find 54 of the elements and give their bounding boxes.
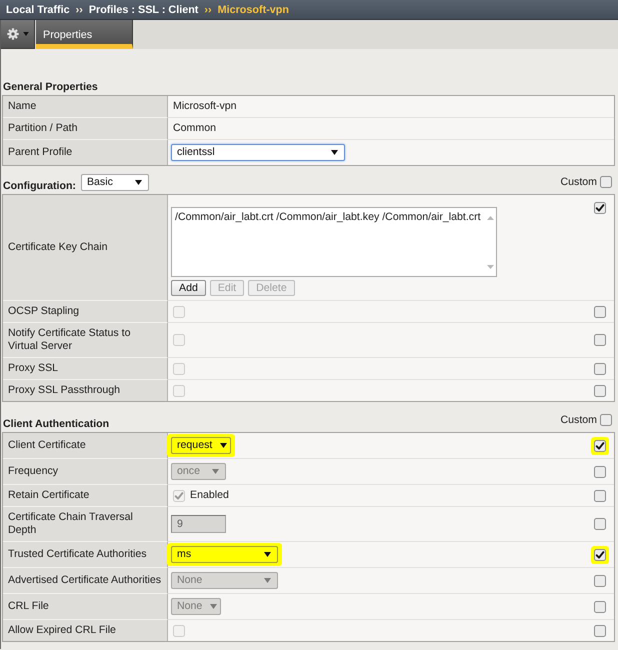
section-heading: Client Authentication bbox=[3, 418, 110, 431]
field-label: Trusted Certificate Authorities bbox=[8, 548, 147, 561]
caret-icon bbox=[220, 443, 228, 448]
field-label: Proxy SSL bbox=[8, 362, 58, 375]
section-heading: Configuration: bbox=[3, 180, 76, 193]
custom-label: Custom bbox=[560, 176, 597, 188]
custom-checkbox[interactable] bbox=[594, 202, 606, 214]
caret-icon bbox=[264, 578, 271, 583]
caret-icon bbox=[331, 150, 338, 155]
section-heading: General Properties bbox=[3, 81, 98, 93]
field-value: Microsoft-vpn bbox=[172, 100, 237, 113]
dropdown[interactable]: clientssl bbox=[171, 144, 345, 161]
caret-icon bbox=[22, 32, 28, 36]
dropdown[interactable]: request bbox=[171, 437, 231, 454]
field-label: Proxy SSL Passthrough bbox=[8, 384, 120, 397]
settings-icon bbox=[6, 28, 18, 40]
breadcrumb-link[interactable]: Profiles : SSL : Client bbox=[88, 4, 198, 16]
field-label: Certificate Chain Traversal Depth bbox=[8, 511, 134, 537]
field-label: Advertised Certificate Authorities bbox=[8, 574, 162, 587]
custom-label: Custom bbox=[560, 414, 597, 426]
listbox[interactable]: /Common/air_labt.crt /Common/air_labt.key /Common/air_labt.crt bbox=[171, 207, 497, 277]
list-action-button[interactable]: Add bbox=[171, 280, 206, 296]
custom-checkbox[interactable] bbox=[594, 548, 606, 560]
field-label: Name bbox=[8, 100, 36, 113]
field-label: OCSP Stapling bbox=[8, 305, 80, 318]
field-label: Frequency bbox=[8, 465, 58, 478]
field-value: Common bbox=[172, 122, 216, 135]
field-label: Allow Expired CRL File bbox=[8, 624, 116, 637]
scroll-up-icon[interactable] bbox=[486, 216, 494, 220]
breadcrumb-separator: ›› bbox=[204, 4, 212, 16]
breadcrumb-link[interactable]: Local Traffic bbox=[6, 4, 70, 16]
breadcrumb-current: Microsoft-vpn bbox=[218, 4, 289, 16]
dropdown[interactable]: Basic bbox=[80, 174, 149, 191]
field-label: Parent Profile bbox=[8, 146, 72, 159]
field-label: Retain Certificate bbox=[8, 489, 90, 502]
settings-menu-button[interactable] bbox=[1, 20, 35, 49]
caret-icon bbox=[264, 552, 271, 557]
field-label: Client Certificate bbox=[8, 439, 86, 452]
field-label: Partition / Path bbox=[8, 122, 78, 135]
field-label: Certificate Key Chain bbox=[8, 241, 108, 254]
custom-checkbox[interactable] bbox=[600, 176, 612, 188]
custom-checkbox[interactable] bbox=[594, 440, 606, 452]
field-label: Notify Certificate Status to Virtual Server bbox=[8, 327, 132, 353]
tab[interactable]: Properties bbox=[36, 20, 133, 49]
custom-checkbox[interactable] bbox=[600, 414, 612, 426]
listbox-item[interactable]: /Common/air_labt.crt /Common/air_labt.key /Common/air_labt.crt bbox=[175, 211, 481, 224]
caret-icon bbox=[210, 604, 218, 609]
field-label: CRL File bbox=[8, 600, 49, 613]
breadcrumb-separator: ›› bbox=[76, 4, 83, 16]
dropdown[interactable]: ms bbox=[171, 546, 278, 563]
caret-icon bbox=[134, 180, 142, 185]
checkbox-label: Enabled bbox=[190, 489, 229, 502]
scroll-down-icon[interactable] bbox=[486, 265, 494, 269]
caret-icon bbox=[212, 469, 219, 474]
